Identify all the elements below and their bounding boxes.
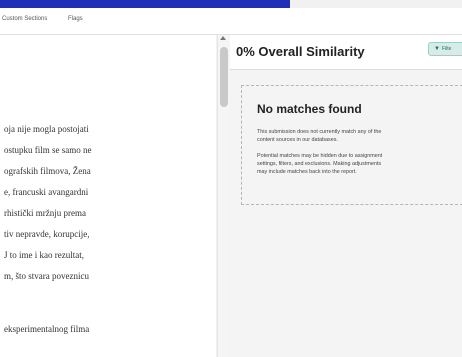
document-text-line: e, francuski avangardni bbox=[4, 187, 89, 197]
no-matches-hint: Potential matches may be hidden due to a… bbox=[257, 153, 383, 159]
app-window: Custom Sections Flags oja nije mogla pos… bbox=[0, 0, 462, 357]
overall-similarity-title: 0% Overall Similarity bbox=[236, 44, 365, 59]
document-text-line: rhistički mržnju prema bbox=[4, 208, 86, 218]
document-text-line: ografskih filmova, Žena bbox=[4, 166, 91, 176]
document-text-line: eksperimentalnog filma bbox=[4, 324, 90, 334]
scrollbar-thumb[interactable] bbox=[220, 47, 228, 107]
document-scrollbar[interactable] bbox=[217, 35, 230, 357]
top-toolbar: Custom Sections Flags bbox=[0, 8, 462, 35]
custom-sections-tab[interactable]: Custom Sections bbox=[2, 16, 47, 22]
filter-button[interactable]: ▼ Filte bbox=[428, 42, 462, 56]
no-matches-title: No matches found bbox=[257, 102, 362, 116]
filter-button-label: Filte bbox=[442, 46, 452, 52]
filter-icon: ▼ bbox=[434, 46, 440, 52]
scroll-up-arrow-icon[interactable] bbox=[220, 36, 226, 40]
document-text-line: tiv nepravde, korupcije, bbox=[4, 229, 90, 239]
document-text-line: oja nije mogla postojati bbox=[4, 124, 89, 134]
similarity-panel: 0% Overall Similarity ▼ Filte No matches… bbox=[230, 35, 462, 357]
document-text-line: ostupku film se samo ne bbox=[4, 145, 92, 155]
window-border-accent bbox=[0, 0, 290, 8]
no-matches-message: content sources in our databases. bbox=[257, 137, 338, 143]
document-text-line: J to ime i kao rezultat, bbox=[4, 250, 84, 260]
document-text-line: m, što stvara poveznicu bbox=[4, 271, 89, 281]
document-viewer: oja nije mogla postojati ostupku film se… bbox=[0, 35, 216, 357]
flags-tab[interactable]: Flags bbox=[68, 16, 83, 22]
no-matches-message: This submission does not currently match… bbox=[257, 129, 382, 135]
similarity-panel-header: 0% Overall Similarity ▼ Filte bbox=[230, 35, 462, 70]
no-matches-hint: may include matches back into the report… bbox=[257, 169, 357, 175]
no-matches-hint: settings, filters, and exclusions. Makin… bbox=[257, 161, 382, 167]
no-matches-card: No matches found This submission does no… bbox=[241, 85, 462, 205]
